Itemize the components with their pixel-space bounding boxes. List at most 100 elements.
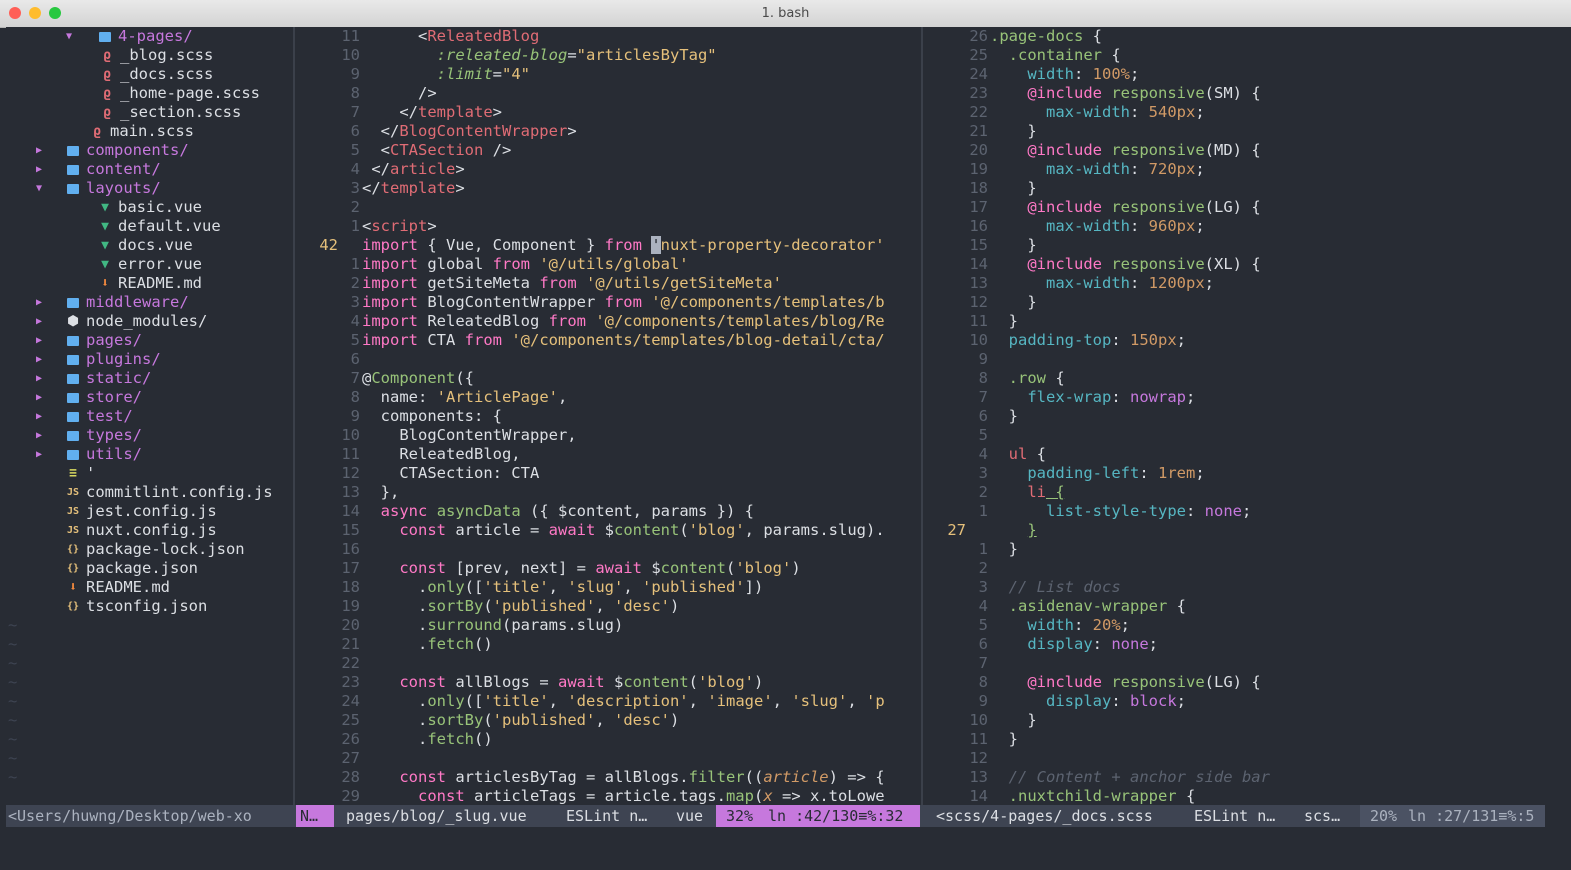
code-line[interactable]: 18 .only(['title', 'slug', 'published']) [296, 578, 920, 597]
code-line[interactable]: 1 import global from '@/utils/global' [296, 255, 920, 274]
tree-item[interactable]: ▼ layouts/ [6, 179, 292, 198]
tree-item[interactable]: ϱ _docs.scss [6, 65, 292, 84]
code-line[interactable]: 18 } [924, 179, 1545, 198]
code-line[interactable]: 17 @include responsive(LG) { [924, 198, 1545, 217]
code-line[interactable]: 17 const [prev, next] = await $content('… [296, 559, 920, 578]
code-line[interactable]: 8 .row { [924, 369, 1545, 388]
tree-item[interactable]: ▶ plugins/ [6, 350, 292, 369]
code-line[interactable]: 8 /> [296, 84, 920, 103]
tree-item[interactable]: ▶ ⬢ node_modules/ [6, 312, 292, 331]
code-line[interactable]: 21 .fetch() [296, 635, 920, 654]
chevron-right-icon[interactable]: ▶ [32, 312, 46, 331]
tree-item[interactable]: ⬇ README.md [6, 274, 292, 293]
code-line[interactable]: 27 } [924, 521, 1545, 540]
editor-pane-docs-scss[interactable]: 26 .page-docs {25 .container {24 width: 1… [924, 27, 1545, 805]
code-line[interactable]: 2 [924, 559, 1545, 578]
code-line[interactable]: 5 <CTASection /> [296, 141, 920, 160]
tree-item[interactable]: ▼ docs.vue [6, 236, 292, 255]
tree-item[interactable]: ▼ basic.vue [6, 198, 292, 217]
code-line[interactable]: 14 async asyncData ({ $content, params }… [296, 502, 920, 521]
tree-item[interactable]: ▶ types/ [6, 426, 292, 445]
tree-item[interactable]: ▶ store/ [6, 388, 292, 407]
editor-pane-slug-vue[interactable]: 11 <ReleatedBlog 10 :releated-blog="artic… [296, 27, 920, 805]
code-line[interactable]: 19 max-width: 720px; [924, 160, 1545, 179]
chevron-right-icon[interactable]: ▶ [32, 407, 46, 426]
code-line[interactable]: 15 } [924, 236, 1545, 255]
tree-item[interactable]: ▶ test/ [6, 407, 292, 426]
tree-item[interactable]: {} tsconfig.json [6, 597, 292, 616]
code-line[interactable]: 3 padding-left: 1rem; [924, 464, 1545, 483]
code-line[interactable]: 10 :releated-blog="articlesByTag" [296, 46, 920, 65]
chevron-right-icon[interactable]: ▶ [32, 350, 46, 369]
code-line[interactable]: 9 [924, 350, 1545, 369]
code-line[interactable]: 2 li { [924, 483, 1545, 502]
tree-item[interactable]: ▼ error.vue [6, 255, 292, 274]
code-line[interactable]: 1 <script> [296, 217, 920, 236]
code-line[interactable]: 6 display: none; [924, 635, 1545, 654]
code-line[interactable]: 21 } [924, 122, 1545, 141]
code-line[interactable]: 12 } [924, 293, 1545, 312]
code-line[interactable]: 4 import ReleatedBlog from '@/components/… [296, 312, 920, 331]
code-line[interactable]: 26 .fetch() [296, 730, 920, 749]
code-line[interactable]: 5 width: 20%; [924, 616, 1545, 635]
code-line[interactable]: 11 ReleatedBlog, [296, 445, 920, 464]
code-line[interactable]: 25 .container { [924, 46, 1545, 65]
code-line[interactable]: 24 .only(['title', 'description', 'image… [296, 692, 920, 711]
split-divider[interactable] [921, 27, 923, 805]
chevron-right-icon[interactable]: ▶ [32, 141, 46, 160]
code-line[interactable]: 5 [924, 426, 1545, 445]
code-line[interactable]: 20 .surround(params.slug) [296, 616, 920, 635]
command-line[interactable] [6, 827, 1545, 863]
tree-item[interactable]: ▶ utils/ [6, 445, 292, 464]
code-line[interactable]: 2 [296, 198, 920, 217]
code-line[interactable]: 11 <ReleatedBlog [296, 27, 920, 46]
code-line[interactable]: 42 import { Vue, Component } from 'nuxt-p… [296, 236, 920, 255]
code-line[interactable]: 15 const article = await $content('blog'… [296, 521, 920, 540]
tree-item[interactable]: ⬇ README.md [6, 578, 292, 597]
chevron-down-icon[interactable]: ▼ [62, 27, 76, 46]
code-line[interactable]: 6 } [924, 407, 1545, 426]
chevron-right-icon[interactable]: ▶ [32, 445, 46, 464]
code-line[interactable]: 9 components: { [296, 407, 920, 426]
tree-item[interactable]: JS nuxt.config.js [6, 521, 292, 540]
code-line[interactable]: 16 max-width: 960px; [924, 217, 1545, 236]
code-line[interactable]: 29 const articleTags = article.tags.map(… [296, 787, 920, 805]
nerdtree-file-explorer[interactable]: ▼ 4-pages/ϱ _blog.scss ϱ _docs.scss ϱ _home-pa… [6, 27, 292, 805]
vim-editor[interactable]: ▼ 4-pages/ϱ _blog.scss ϱ _docs.scss ϱ _home-pa… [6, 27, 1545, 827]
code-line[interactable]: 1 list-style-type: none; [924, 502, 1545, 521]
chevron-right-icon[interactable]: ▶ [32, 293, 46, 312]
code-line[interactable]: 20 @include responsive(MD) { [924, 141, 1545, 160]
code-line[interactable]: 3 import BlogContentWrapper from '@/compo… [296, 293, 920, 312]
tree-item[interactable]: ▼ 4-pages/ [6, 27, 292, 46]
code-line[interactable]: 14 @include responsive(XL) { [924, 255, 1545, 274]
code-line[interactable]: 10 padding-top: 150px; [924, 331, 1545, 350]
code-line[interactable]: 11 } [924, 312, 1545, 331]
code-line[interactable]: 13 // Content + anchor side bar [924, 768, 1545, 787]
code-line[interactable]: 23 @include responsive(SM) { [924, 84, 1545, 103]
code-line[interactable]: 4 ul { [924, 445, 1545, 464]
code-line[interactable]: 6 [296, 350, 920, 369]
code-line[interactable]: 24 width: 100%; [924, 65, 1545, 84]
code-line[interactable]: 19 .sortBy('published', 'desc') [296, 597, 920, 616]
code-line[interactable]: 2 import getSiteMeta from '@/utils/getSit… [296, 274, 920, 293]
code-line[interactable]: 9 :limit="4" [296, 65, 920, 84]
code-line[interactable]: 9 display: block; [924, 692, 1545, 711]
tree-item[interactable]: ▶ static/ [6, 369, 292, 388]
code-line[interactable]: 3 </template> [296, 179, 920, 198]
tree-item[interactable]: ϱ _home-page.scss [6, 84, 292, 103]
code-line[interactable]: 13 }, [296, 483, 920, 502]
tree-item[interactable]: ▶ pages/ [6, 331, 292, 350]
code-line[interactable]: 8 name: 'ArticlePage', [296, 388, 920, 407]
code-line[interactable]: 7 </template> [296, 103, 920, 122]
split-divider[interactable] [293, 27, 295, 805]
tree-item[interactable]: ϱ main.scss [6, 122, 292, 141]
code-line[interactable]: 7 @Component({ [296, 369, 920, 388]
tree-item[interactable]: ϱ _blog.scss [6, 46, 292, 65]
code-line[interactable]: 11 } [924, 730, 1545, 749]
code-line[interactable]: 7 [924, 654, 1545, 673]
code-line[interactable]: 7 flex-wrap: nowrap; [924, 388, 1545, 407]
tree-item[interactable]: JS jest.config.js [6, 502, 292, 521]
code-line[interactable]: 26 .page-docs { [924, 27, 1545, 46]
chevron-right-icon[interactable]: ▶ [32, 331, 46, 350]
tree-item[interactable]: ▼ default.vue [6, 217, 292, 236]
